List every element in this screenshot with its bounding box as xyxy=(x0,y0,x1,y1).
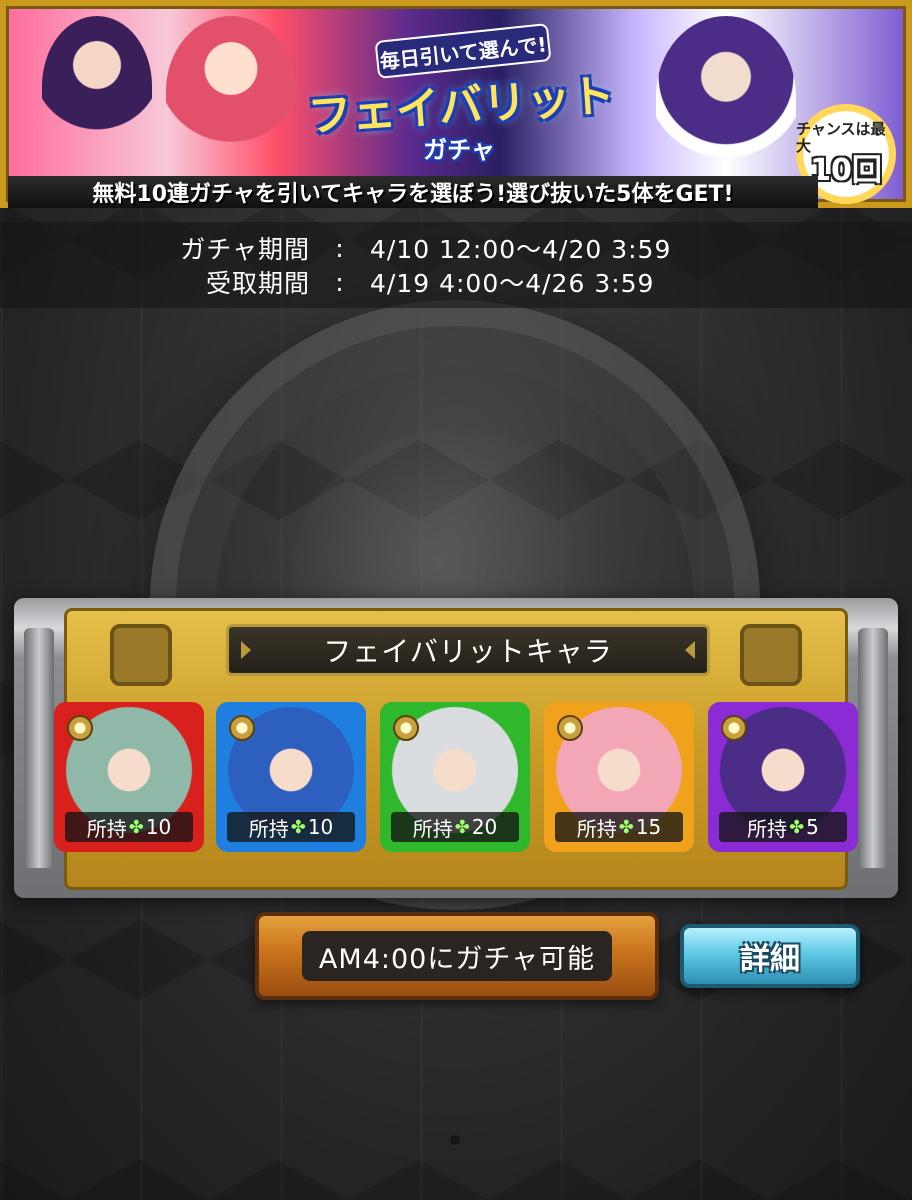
fire-element-icon xyxy=(67,715,93,741)
chance-label: チャンスは最大 xyxy=(796,120,886,155)
favorite-character-card[interactable]: 所持 ✤ 10 xyxy=(54,702,204,852)
banner-character-art xyxy=(656,16,796,176)
banner-character-art xyxy=(42,16,152,156)
owned-count-value: 10 xyxy=(145,815,172,839)
banner-ribbon: 無料10連ガチャを引いてキャラを選ぼう!選び抜いた5体をGET! xyxy=(8,176,818,208)
water-element-icon xyxy=(229,715,255,741)
favorite-character-list: 所持 ✤ 10 所持 ✤ 10 所持 ✤ 20 所持 ✤ 15 所持 ✤ 5 xyxy=(54,702,884,852)
gacha-period-row: ガチャ期間 : 4/10 12:00〜4/20 3:59 xyxy=(180,230,671,266)
receive-period-row: 受取期間 : 4/19 4:00〜4/26 3:59 xyxy=(180,264,654,300)
favorite-character-card[interactable]: 所持 ✤ 15 xyxy=(544,702,694,852)
favorite-character-card[interactable]: 所持 ✤ 10 xyxy=(216,702,366,852)
owned-count: 所持 ✤ 15 xyxy=(555,812,683,842)
panel-corner-slot xyxy=(110,624,172,686)
owned-label: 所持 xyxy=(412,816,453,841)
wood-element-icon xyxy=(393,715,419,741)
gacha-period-value: 4/10 12:00〜4/20 3:59 xyxy=(370,235,672,264)
clover-icon: ✤ xyxy=(290,816,306,838)
clover-icon: ✤ xyxy=(618,816,634,838)
panel-side-left xyxy=(24,628,54,868)
owned-count: 所持 ✤ 10 xyxy=(65,812,193,842)
panel-corner-slot xyxy=(740,624,802,686)
gacha-button[interactable]: AM4:00にガチャ可能 xyxy=(255,912,659,1000)
separator: : xyxy=(335,267,345,297)
owned-count: 所持 ✤ 10 xyxy=(227,812,355,842)
light-element-icon xyxy=(557,715,583,741)
owned-label: 所持 xyxy=(86,816,127,841)
owned-count-value: 20 xyxy=(471,815,498,839)
owned-count-value: 5 xyxy=(806,815,819,839)
clover-icon: ✤ xyxy=(789,816,805,838)
owned-count: 所持 ✤ 20 xyxy=(391,812,519,842)
favorite-panel: フェイバリットキャラ 所持 ✤ 10 所持 ✤ 10 所持 ✤ 20 所持 ✤ 15 所持 ✤ 5 xyxy=(14,598,898,898)
arrow-right-icon xyxy=(685,641,695,659)
owned-label: 所持 xyxy=(248,816,289,841)
owned-count: 所持 ✤ 5 xyxy=(719,812,847,842)
gacha-period-label: ガチャ期間 xyxy=(180,235,310,264)
owned-count-value: 10 xyxy=(307,815,334,839)
owned-count-value: 15 xyxy=(635,815,662,839)
home-indicator-dot xyxy=(450,1135,460,1145)
favorite-title: フェイバリットキャラ xyxy=(226,624,710,676)
favorite-character-card[interactable]: 所持 ✤ 5 xyxy=(708,702,858,852)
receive-period-label: 受取期間 xyxy=(205,269,310,298)
event-banner[interactable]: 毎日引いて選んで! フェイバリット ガチャ チャンスは最大 10回 無料10連ガ… xyxy=(0,0,912,208)
clover-icon: ✤ xyxy=(454,816,470,838)
separator: : xyxy=(335,233,345,263)
arrow-left-icon xyxy=(241,641,251,659)
owned-label: 所持 xyxy=(576,816,617,841)
receive-period-value: 4/19 4:00〜4/26 3:59 xyxy=(370,269,655,298)
period-info: ガチャ期間 : 4/10 12:00〜4/20 3:59 受取期間 : 4/19… xyxy=(0,222,912,308)
favorite-character-card[interactable]: 所持 ✤ 20 xyxy=(380,702,530,852)
gacha-button-label: AM4:00にガチャ可能 xyxy=(302,931,612,981)
favorite-title-text: フェイバリットキャラ xyxy=(323,635,613,668)
owned-label: 所持 xyxy=(747,816,788,841)
detail-button[interactable]: 詳細 xyxy=(680,924,860,988)
dark-element-icon xyxy=(721,715,747,741)
clover-icon: ✤ xyxy=(128,816,144,838)
banner-character-art xyxy=(166,16,296,166)
chance-count: 10回 xyxy=(810,153,882,188)
banner-title-sub: ガチャ xyxy=(423,135,495,164)
